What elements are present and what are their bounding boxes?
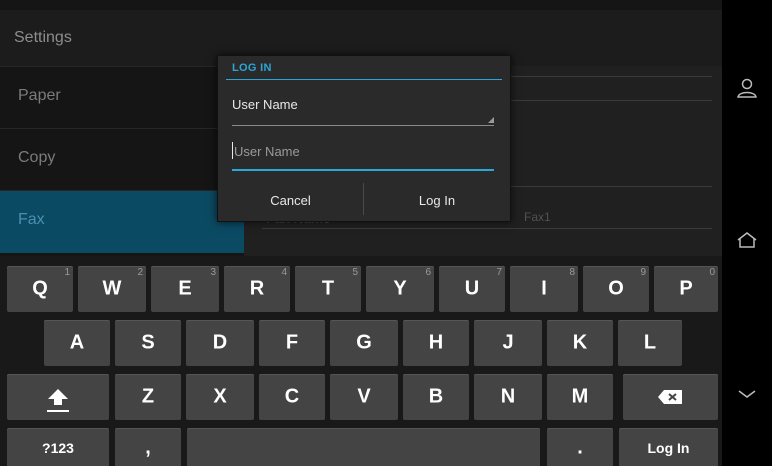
menu-item-copy[interactable]: Copy: [0, 128, 244, 189]
divider: [262, 228, 712, 229]
key-u[interactable]: U7: [439, 266, 505, 312]
key-m[interactable]: M: [547, 374, 613, 420]
period-key[interactable]: .: [547, 428, 613, 466]
key-q[interactable]: Q1: [7, 266, 73, 312]
key-r[interactable]: R4: [224, 266, 290, 312]
key-d[interactable]: D: [186, 320, 254, 366]
app-screen: Settings Paper Copy Fax Fax Name Fax1 LO…: [0, 0, 722, 466]
shift-icon: [48, 389, 68, 405]
key-g[interactable]: G: [330, 320, 398, 366]
dropdown-arrow-icon: [488, 117, 494, 123]
user-name-input[interactable]: User Name: [232, 136, 494, 171]
key-b[interactable]: B: [403, 374, 469, 420]
user-icon[interactable]: [735, 76, 759, 100]
log-in-action-key[interactable]: Log In: [619, 428, 718, 466]
key-p[interactable]: P0: [654, 266, 718, 312]
spinner-value: User Name: [232, 97, 298, 112]
soft-keyboard: Q1 W2 E3 R4 T5 Y6 U7 I8 O9 P0 A S D F G: [0, 256, 722, 466]
menu-item-label: Fax: [18, 211, 45, 228]
space-key[interactable]: [187, 428, 540, 466]
login-dialog: LOG IN User Name User Name Cancel Log In: [217, 55, 511, 222]
dialog-title-divider: [226, 79, 502, 80]
key-a[interactable]: A: [44, 320, 110, 366]
key-y[interactable]: Y6: [366, 266, 434, 312]
key-s[interactable]: S: [115, 320, 181, 366]
user-name-spinner[interactable]: User Name: [232, 89, 494, 127]
shift-underline: [47, 410, 69, 412]
back-chevron-icon[interactable]: [735, 382, 759, 406]
backspace-icon: [658, 390, 682, 404]
key-c[interactable]: C: [259, 374, 325, 420]
key-k[interactable]: K: [547, 320, 613, 366]
log-in-button[interactable]: Log In: [364, 180, 510, 221]
spinner-underline: [232, 125, 494, 126]
key-v[interactable]: V: [330, 374, 398, 420]
comma-key[interactable]: ,: [115, 428, 181, 466]
key-t[interactable]: T5: [295, 266, 361, 312]
key-z[interactable]: Z: [115, 374, 181, 420]
input-placeholder: User Name: [234, 144, 300, 159]
key-h[interactable]: H: [403, 320, 469, 366]
key-l[interactable]: L: [618, 320, 682, 366]
menu-item-label: Paper: [18, 87, 61, 104]
key-e[interactable]: E3: [151, 266, 219, 312]
menu-item-paper[interactable]: Paper: [0, 66, 244, 127]
key-n[interactable]: N: [474, 374, 542, 420]
dialog-title: LOG IN: [232, 62, 272, 74]
cancel-button[interactable]: Cancel: [218, 180, 363, 221]
navigation-bar: [722, 0, 772, 466]
key-f[interactable]: F: [259, 320, 325, 366]
shift-key[interactable]: [7, 374, 109, 420]
key-i[interactable]: I8: [510, 266, 578, 312]
home-icon[interactable]: [735, 228, 759, 252]
fax-name-value[interactable]: Fax1: [524, 210, 551, 224]
menu-item-label: Copy: [18, 149, 56, 166]
input-underline: [232, 169, 494, 171]
page-title: Settings: [14, 29, 72, 46]
menu-item-fax[interactable]: Fax: [0, 190, 244, 253]
key-j[interactable]: J: [474, 320, 542, 366]
text-cursor: [232, 142, 233, 159]
symbols-key[interactable]: ?123: [7, 428, 109, 466]
key-o[interactable]: O9: [583, 266, 649, 312]
backspace-key[interactable]: [623, 374, 718, 420]
key-x[interactable]: X: [186, 374, 254, 420]
key-w[interactable]: W2: [78, 266, 146, 312]
